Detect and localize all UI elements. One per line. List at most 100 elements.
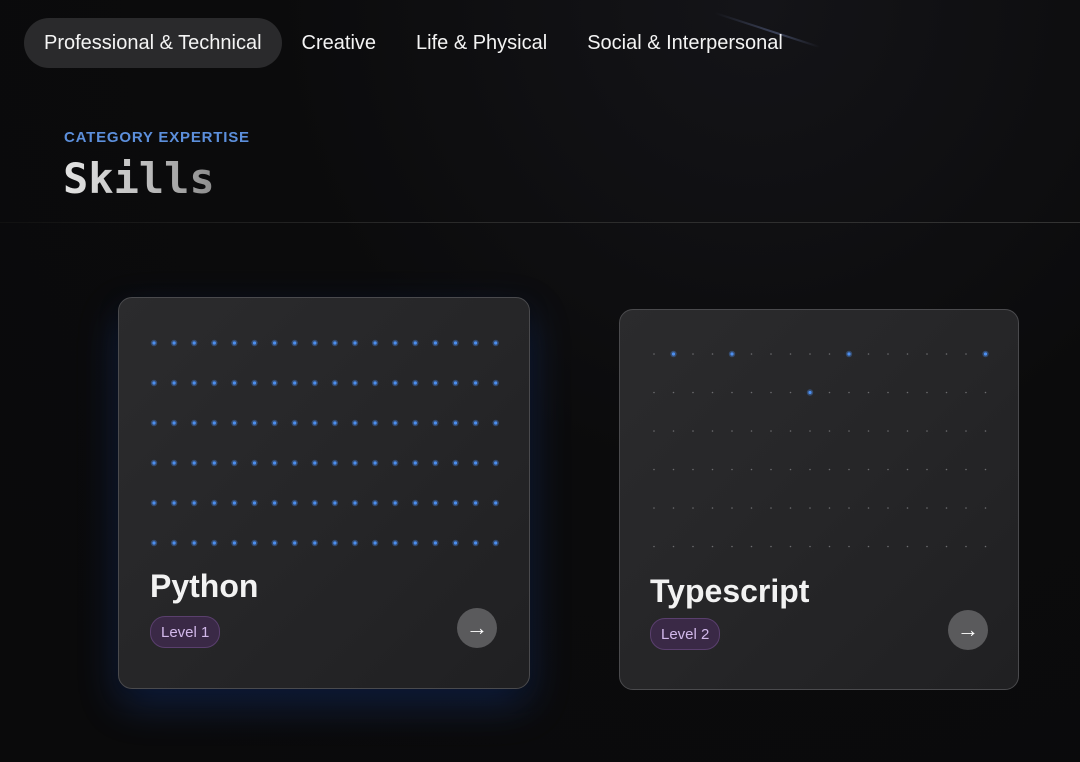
- grid-dot: [293, 541, 297, 545]
- grid-dot: [373, 381, 377, 385]
- grid-dot: [828, 391, 831, 394]
- grid-dot: [887, 545, 889, 548]
- open-skill-button[interactable]: →: [457, 608, 497, 648]
- grid-dot: [252, 341, 257, 345]
- grid-dot: [770, 353, 772, 355]
- tab-life-physical[interactable]: Life & Physical: [396, 18, 567, 68]
- grid-dot: [373, 341, 377, 345]
- arrow-right-icon: →: [957, 617, 979, 642]
- open-skill-button[interactable]: →: [948, 610, 988, 650]
- grid-dot: [433, 501, 437, 505]
- grid-dot: [692, 468, 694, 471]
- grid-dot: [453, 421, 458, 425]
- grid-dot: [731, 391, 733, 394]
- grid-dot: [152, 501, 156, 505]
- grid-dot: [983, 352, 988, 356]
- skill-card-typescript[interactable]: Typescript Level 2 →: [619, 309, 1019, 690]
- grid-dot: [848, 430, 850, 432]
- grid-dot: [828, 468, 831, 471]
- grid-dot: [672, 391, 675, 394]
- grid-dot: [789, 507, 792, 509]
- grid-dot: [692, 353, 694, 355]
- grid-dot: [848, 468, 850, 471]
- grid-dot: [192, 541, 196, 545]
- grid-dot: [433, 461, 437, 465]
- grid-dot: [809, 353, 811, 355]
- grid-dot: [192, 461, 196, 465]
- grid-dot: [413, 501, 417, 505]
- grid-dot: [393, 541, 397, 545]
- grid-dot: [212, 461, 216, 465]
- grid-dot: [692, 545, 694, 548]
- grid-dot: [945, 391, 948, 394]
- grid-dot: [252, 381, 257, 385]
- grid-dot: [867, 507, 870, 509]
- grid-dot: [494, 501, 498, 505]
- grid-dot: [711, 430, 714, 432]
- page-title: Skills: [63, 154, 215, 203]
- grid-dot: [770, 468, 772, 471]
- grid-dot: [212, 501, 216, 505]
- grid-dot: [984, 430, 987, 432]
- grid-dot: [770, 391, 772, 394]
- grid-dot: [711, 353, 714, 355]
- skill-name: Python: [150, 568, 259, 604]
- grid-dot: [750, 353, 753, 355]
- grid-dot: [887, 430, 889, 432]
- skill-card-python[interactable]: Python Level 1 →: [118, 297, 530, 689]
- grid-dot: [353, 461, 357, 465]
- grid-dot: [965, 468, 967, 471]
- grid-dot: [293, 381, 297, 385]
- grid-dot: [393, 461, 397, 465]
- grid-dot: [672, 430, 675, 432]
- grid-dot: [172, 541, 176, 545]
- grid-dot: [273, 381, 277, 385]
- grid-dot: [453, 381, 458, 385]
- grid-dot: [789, 353, 792, 355]
- grid-dot: [653, 430, 655, 432]
- grid-dot: [887, 468, 889, 471]
- dot-grid-pattern: [653, 350, 989, 548]
- grid-dot: [433, 381, 437, 385]
- grid-dot: [847, 352, 851, 356]
- grid-dot: [653, 468, 655, 471]
- grid-dot: [252, 421, 257, 425]
- grid-dot: [984, 545, 987, 548]
- grid-dot: [945, 353, 948, 355]
- tab-professional-technical[interactable]: Professional & Technical: [24, 18, 282, 68]
- grid-dot: [192, 501, 196, 505]
- header-divider: [0, 222, 1080, 223]
- grid-dot: [212, 341, 216, 345]
- grid-dot: [945, 468, 948, 471]
- grid-dot: [172, 381, 176, 385]
- grid-dot: [750, 430, 753, 432]
- grid-dot: [731, 545, 733, 548]
- grid-dot: [393, 341, 397, 345]
- grid-dot: [750, 468, 753, 471]
- grid-dot: [750, 545, 753, 548]
- grid-dot: [413, 461, 417, 465]
- grid-dot: [750, 507, 753, 509]
- grid-dot: [252, 501, 257, 505]
- grid-dot: [906, 468, 909, 471]
- tab-creative[interactable]: Creative: [282, 18, 396, 68]
- grid-dot: [152, 541, 156, 545]
- tab-social-interpersonal[interactable]: Social & Interpersonal: [567, 18, 803, 68]
- grid-dot: [653, 507, 655, 509]
- grid-dot: [273, 341, 277, 345]
- grid-dot: [172, 501, 176, 505]
- grid-dot: [906, 353, 909, 355]
- grid-dot: [393, 421, 397, 425]
- grid-dot: [828, 353, 831, 355]
- grid-dot: [293, 421, 297, 425]
- grid-dot: [945, 507, 948, 509]
- grid-dot: [474, 421, 478, 425]
- grid-dot: [232, 421, 236, 425]
- grid-dot: [848, 507, 850, 509]
- grid-dot: [192, 421, 196, 425]
- grid-dot: [212, 541, 216, 545]
- grid-dot: [494, 341, 498, 345]
- grid-dot: [730, 352, 734, 356]
- grid-dot: [393, 381, 397, 385]
- grid-dot: [453, 461, 458, 465]
